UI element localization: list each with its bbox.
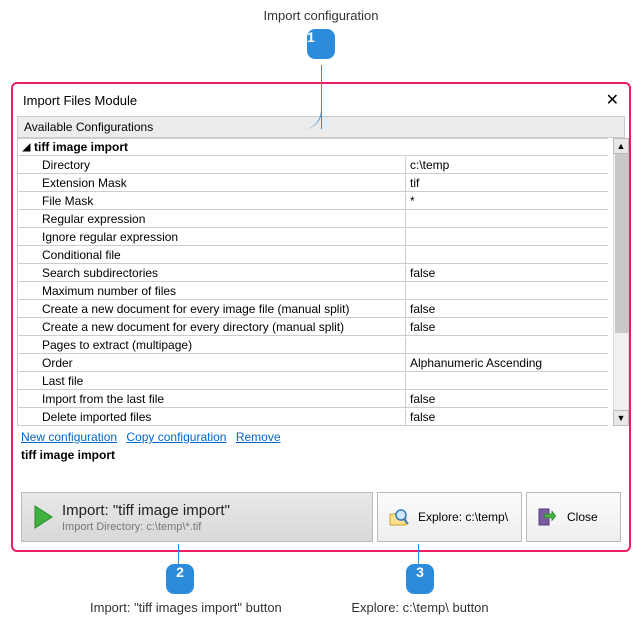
close-button-label: Close xyxy=(567,510,598,524)
config-value[interactable] xyxy=(406,236,608,238)
explore-button-label: Explore: c:\temp\ xyxy=(418,510,508,524)
import-button[interactable]: Import: "tiff image import" Import Direc… xyxy=(21,492,373,542)
button-bar: Import: "tiff image import" Import Direc… xyxy=(21,492,621,542)
config-row[interactable]: Delete imported filesfalse xyxy=(18,408,608,426)
config-key: Create a new document for every director… xyxy=(18,319,406,335)
config-key: Last file xyxy=(18,373,406,389)
config-group-name: tiff image import xyxy=(32,140,128,154)
magnifier-icon xyxy=(388,506,410,528)
config-key: Maximum number of files xyxy=(18,283,406,299)
callout-2: 2 xyxy=(166,564,194,594)
config-key: Delete imported files xyxy=(18,409,406,425)
copy-configuration-link[interactable]: Copy configuration xyxy=(126,430,226,444)
new-configuration-link[interactable]: New configuration xyxy=(21,430,117,444)
import-button-title: Import: "tiff image import" xyxy=(62,502,230,519)
close-icon[interactable]: ✕ xyxy=(606,90,619,110)
config-value[interactable]: c:\temp xyxy=(406,157,608,173)
config-key: Import from the last file xyxy=(18,391,406,407)
config-value[interactable]: Alphanumeric Ascending xyxy=(406,355,608,371)
callout-2-label: Import: "tiff images import" button xyxy=(90,600,270,615)
config-row[interactable]: Search subdirectoriesfalse xyxy=(18,264,608,282)
config-row[interactable]: Pages to extract (multipage) xyxy=(18,336,608,354)
config-links: New configuration Copy configuration Rem… xyxy=(21,430,621,444)
play-icon xyxy=(32,504,54,530)
config-row[interactable]: Ignore regular expression xyxy=(18,228,608,246)
config-key: File Mask xyxy=(18,193,406,209)
remove-link[interactable]: Remove xyxy=(236,430,281,444)
config-value[interactable]: false xyxy=(406,391,608,407)
config-row[interactable]: OrderAlphanumeric Ascending xyxy=(18,354,608,372)
config-row[interactable]: Last file xyxy=(18,372,608,390)
bottom-annotations: 2 Import: "tiff images import" button 3 … xyxy=(0,560,642,630)
config-row[interactable]: Create a new document for every director… xyxy=(18,318,608,336)
callout-1: 1 xyxy=(307,29,335,59)
scroll-up-button[interactable]: ▲ xyxy=(613,138,629,154)
import-button-subtitle: Import Directory: c:\temp\*.tif xyxy=(62,521,230,533)
annotation-top-label: Import configuration xyxy=(0,0,642,23)
selected-config-label: tiff image import xyxy=(21,448,621,462)
config-key: Conditional file xyxy=(18,247,406,263)
config-key: Directory xyxy=(18,157,406,173)
config-row[interactable]: Create a new document for every image fi… xyxy=(18,300,608,318)
callout-2-line xyxy=(178,544,179,564)
explore-button[interactable]: Explore: c:\temp\ xyxy=(377,492,522,542)
config-value[interactable] xyxy=(406,218,608,220)
callout-3-line xyxy=(418,544,419,564)
config-row[interactable]: Conditional file xyxy=(18,246,608,264)
window-title: Import Files Module xyxy=(23,93,137,108)
config-row[interactable]: Extension Masktif xyxy=(18,174,608,192)
config-key: Order xyxy=(18,355,406,371)
config-value[interactable] xyxy=(406,290,608,292)
config-key: Pages to extract (multipage) xyxy=(18,337,406,353)
config-value[interactable]: tif xyxy=(406,175,608,191)
config-grid: ◢ tiff image import Directoryc:\tempExte… xyxy=(17,138,625,426)
import-files-window: Import Files Module ✕ Available Configur… xyxy=(11,82,631,552)
config-value[interactable] xyxy=(406,254,608,256)
scroll-down-button[interactable]: ▼ xyxy=(613,410,629,426)
config-value[interactable] xyxy=(406,344,608,346)
config-value[interactable]: * xyxy=(406,193,608,209)
config-value[interactable]: false xyxy=(406,301,608,317)
scrollbar-track[interactable] xyxy=(613,154,629,410)
config-value[interactable]: false xyxy=(406,319,608,335)
config-grid-wrapper: ◢ tiff image import Directoryc:\tempExte… xyxy=(13,138,629,426)
config-key: Search subdirectories xyxy=(18,265,406,281)
exit-icon xyxy=(537,506,559,528)
config-value[interactable]: false xyxy=(406,409,608,425)
config-row[interactable]: Directoryc:\temp xyxy=(18,156,608,174)
close-button[interactable]: Close xyxy=(526,492,621,542)
config-group-row[interactable]: ◢ tiff image import xyxy=(18,138,608,156)
callout-1-line xyxy=(321,65,322,129)
callout-3: 3 xyxy=(406,564,434,594)
callout-3-label: Explore: c:\temp\ button xyxy=(350,600,490,615)
config-row[interactable]: Import from the last filefalse xyxy=(18,390,608,408)
config-key: Ignore regular expression xyxy=(18,229,406,245)
config-value[interactable]: false xyxy=(406,265,608,281)
config-value[interactable] xyxy=(406,380,608,382)
config-row[interactable]: File Mask* xyxy=(18,192,608,210)
collapse-icon[interactable]: ◢ xyxy=(18,142,32,153)
config-key: Regular expression xyxy=(18,211,406,227)
config-row[interactable]: Maximum number of files xyxy=(18,282,608,300)
config-row[interactable]: Regular expression xyxy=(18,210,608,228)
config-key: Create a new document for every image fi… xyxy=(18,301,406,317)
config-key: Extension Mask xyxy=(18,175,406,191)
scrollbar-thumb[interactable] xyxy=(615,154,629,333)
